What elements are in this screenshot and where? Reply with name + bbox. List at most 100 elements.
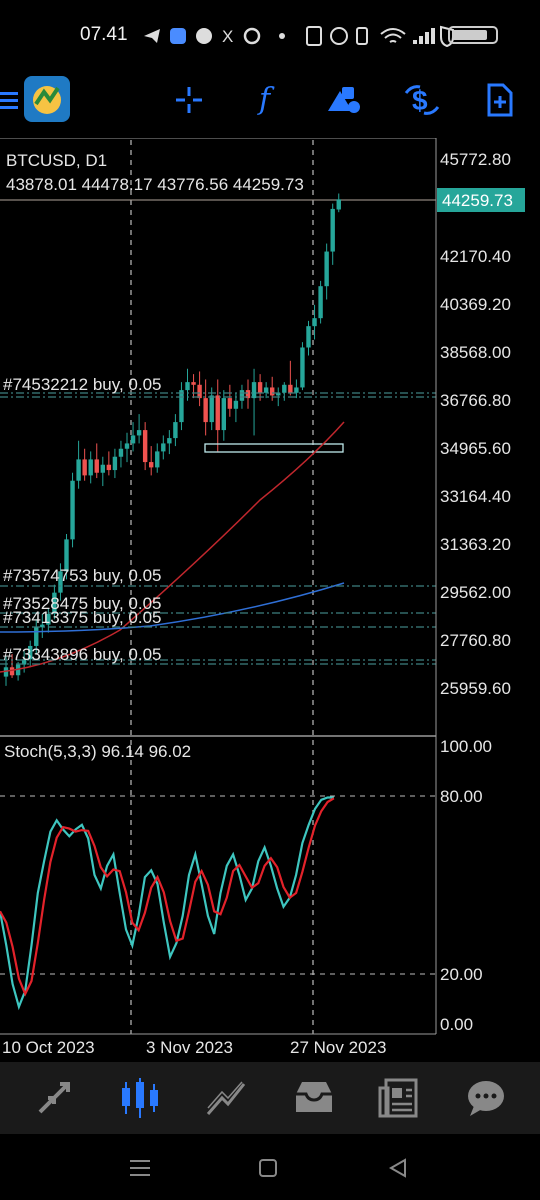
candle-body xyxy=(300,347,305,388)
current-price: 44259.73 xyxy=(442,191,513,210)
candle-body xyxy=(251,382,257,399)
candle-body xyxy=(112,456,118,471)
candle-body xyxy=(161,443,166,452)
telegram-icon xyxy=(144,29,160,43)
status-time: 07.41 xyxy=(80,24,128,45)
bottom-tab-bar xyxy=(0,1062,540,1134)
history-icon xyxy=(296,1082,332,1112)
status-left-icons: X xyxy=(144,27,285,46)
candle-body xyxy=(233,400,239,409)
candle-body xyxy=(312,318,317,327)
price-tick: 36766.80 xyxy=(440,391,511,410)
candle-body xyxy=(203,398,208,423)
candle-body xyxy=(215,395,220,431)
alarm-icon xyxy=(330,27,348,45)
trade-icon xyxy=(206,1081,246,1115)
tab-chat[interactable] xyxy=(432,1062,540,1134)
candle-body xyxy=(106,464,112,471)
chat-icon xyxy=(468,1081,504,1116)
svg-text:f: f xyxy=(257,83,275,117)
crosshair-icon[interactable] xyxy=(167,78,211,122)
ma-red-line xyxy=(0,421,345,673)
candle-body xyxy=(149,462,154,468)
chart-symbol: BTCUSD, D1 xyxy=(6,151,107,170)
dot-icon xyxy=(279,33,285,39)
nfc-icon xyxy=(306,26,322,46)
order-label[interactable]: #73343896 buy, 0.05 xyxy=(3,645,162,664)
candle-body xyxy=(130,435,136,444)
candle-body xyxy=(270,387,275,396)
candle-body xyxy=(142,430,148,463)
order-label[interactable]: #73413375 buy, 0.05 xyxy=(3,608,162,627)
price-tick: 33164.40 xyxy=(440,487,511,506)
status-bar: 07.41 X xyxy=(0,0,540,70)
price-tick: 27760.80 xyxy=(440,631,511,650)
order-label[interactable]: #73574753 buy, 0.05 xyxy=(3,566,162,585)
candle-body xyxy=(318,286,323,319)
candle-body xyxy=(191,382,196,385)
candle-body xyxy=(124,443,130,449)
candle-body xyxy=(294,387,299,393)
objects-icon[interactable] xyxy=(322,78,366,122)
price-tick: 40369.20 xyxy=(440,295,511,314)
chart-icon xyxy=(122,1078,158,1118)
price-chart[interactable]: BTCUSD, D1 43878.01 44478.17 43776.56 44… xyxy=(0,138,540,1062)
candle-body xyxy=(209,395,214,423)
menu-nav-icon[interactable] xyxy=(120,1154,160,1182)
stoch-tick: 80.00 xyxy=(440,787,483,806)
candle-body xyxy=(76,459,81,481)
candle-body xyxy=(100,464,105,473)
stoch-signal-line xyxy=(0,797,335,997)
candle-body xyxy=(324,251,329,287)
candle-body xyxy=(167,438,172,444)
battery-icon xyxy=(448,26,498,44)
svg-text:$: $ xyxy=(412,85,428,116)
candle-body xyxy=(136,430,142,436)
metatrader-logo[interactable] xyxy=(22,74,72,124)
back-nav-icon[interactable] xyxy=(378,1154,418,1182)
quotes-icon xyxy=(38,1082,70,1114)
price-tick: 25959.60 xyxy=(440,679,511,698)
currency-icon[interactable]: $ xyxy=(400,78,444,122)
price-tick: 31363.20 xyxy=(440,535,511,554)
candle-body xyxy=(221,398,226,431)
chart-toolbar: f $ xyxy=(0,70,540,128)
new-order-icon[interactable] xyxy=(478,78,522,122)
vibrate-icon xyxy=(356,27,368,45)
candle-body xyxy=(88,459,93,476)
date-tick: 3 Nov 2023 xyxy=(146,1038,233,1057)
stoch-label: Stoch(5,3,3) 96.14 96.02 xyxy=(4,742,191,761)
candle-body xyxy=(34,627,39,646)
candle-body xyxy=(94,459,99,473)
x-icon: X xyxy=(222,27,233,46)
chrome-icon xyxy=(243,27,261,45)
candle-body xyxy=(155,451,160,468)
date-tick: 27 Nov 2023 xyxy=(290,1038,386,1057)
moving-averages xyxy=(0,421,345,673)
candle-body xyxy=(239,390,245,401)
candle-body xyxy=(82,459,87,476)
candle-body xyxy=(173,422,178,439)
candle-body xyxy=(306,326,311,348)
order-label[interactable]: #74532212 buy, 0.05 xyxy=(3,375,162,394)
price-tick: 42170.40 xyxy=(440,247,511,266)
stoch-tick: 0.00 xyxy=(440,1015,473,1034)
candle-body xyxy=(288,384,293,393)
indicator-f-icon[interactable]: f xyxy=(246,78,290,122)
candle-body xyxy=(227,398,233,409)
signal-icon xyxy=(413,28,435,44)
chart-ohlc: 43878.01 44478.17 43776.56 44259.73 xyxy=(6,175,304,194)
price-tick: 29562.00 xyxy=(440,583,511,602)
price-tick: 45772.80 xyxy=(440,150,511,169)
candle-body xyxy=(118,448,124,457)
date-tick: 10 Oct 2023 xyxy=(2,1038,95,1057)
candle-body xyxy=(336,199,341,210)
home-nav-icon[interactable] xyxy=(248,1154,288,1182)
system-nav-bar xyxy=(0,1134,540,1200)
price-tick: 34965.60 xyxy=(440,439,511,458)
stochastic-panel xyxy=(0,796,335,1011)
candle-body xyxy=(197,384,202,399)
candle-body xyxy=(179,390,184,423)
candle-body xyxy=(263,387,269,393)
candle-body xyxy=(330,208,335,252)
